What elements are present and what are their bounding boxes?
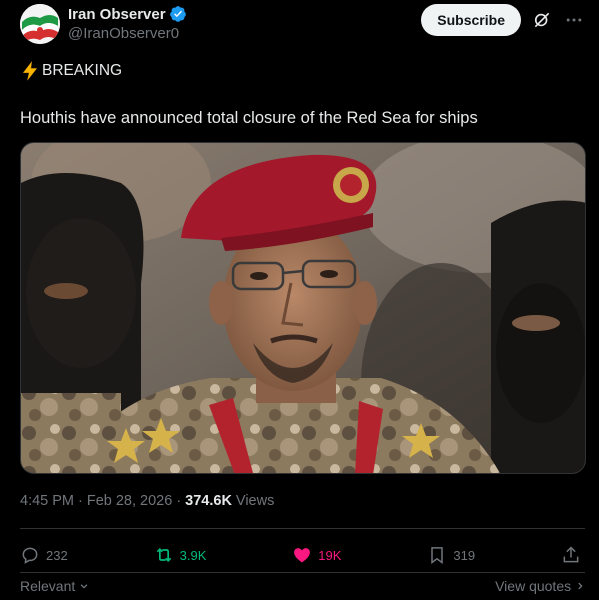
- verified-badge-icon: [169, 6, 186, 22]
- tweet-post: Iran Observer @IranObserver0 Subscribe B…: [0, 0, 599, 600]
- tweet-text: Houthis have announced total closure of …: [20, 109, 478, 127]
- view-quotes-link[interactable]: View quotes: [495, 578, 585, 594]
- subscribe-button[interactable]: Subscribe: [421, 4, 521, 36]
- heart-icon: [294, 548, 311, 563]
- views-count: 374.6K: [185, 493, 232, 509]
- bookmark-count: 319: [453, 547, 476, 563]
- repost-button[interactable]: 3.9K: [154, 545, 207, 565]
- tweet-header: Iran Observer @IranObserver0 Subscribe: [20, 4, 585, 46]
- breaking-label: BREAKING: [42, 62, 123, 79]
- reply-icon: [22, 547, 38, 564]
- breaking-line: BREAKING: [20, 61, 122, 81]
- author-handle[interactable]: @IranObserver0: [68, 25, 187, 42]
- meta-separator: ·: [78, 493, 83, 509]
- share-button[interactable]: [561, 545, 581, 565]
- chevron-right-icon: [578, 582, 583, 590]
- chevron-down-icon: [80, 584, 88, 589]
- lightning-bolt-icon: [22, 61, 38, 81]
- tweet-meta: 4:45 PM · Feb 28, 2026 · 374.6K Views: [20, 493, 274, 509]
- avatar[interactable]: [20, 4, 60, 44]
- share-icon: [563, 546, 579, 563]
- reply-button[interactable]: 232: [20, 545, 68, 565]
- reply-count: 232: [46, 547, 68, 563]
- divider: [20, 572, 585, 573]
- more-options-icon[interactable]: [563, 9, 585, 31]
- replies-footer: Relevant View quotes: [20, 578, 585, 594]
- bookmark-icon: [431, 547, 444, 564]
- relevant-label: Relevant: [20, 578, 76, 594]
- meta-separator: ·: [176, 493, 182, 509]
- header-actions: Subscribe: [421, 4, 585, 36]
- repost-icon: [156, 547, 171, 563]
- like-button[interactable]: 19K: [292, 545, 341, 565]
- action-bar: 232 3.9K 19K 319: [20, 540, 581, 570]
- repost-count: 3.9K: [179, 547, 207, 563]
- grok-icon[interactable]: [531, 9, 553, 31]
- display-name[interactable]: Iran Observer: [68, 6, 166, 23]
- tweet-time[interactable]: 4:45 PM: [20, 493, 74, 509]
- relevant-sort-toggle[interactable]: Relevant: [20, 578, 89, 594]
- tweet-date[interactable]: Feb 28, 2026: [87, 493, 172, 509]
- author-names: Iran Observer @IranObserver0: [68, 4, 187, 42]
- tweet-photo[interactable]: [20, 142, 586, 474]
- view-quotes-label: View quotes: [495, 578, 572, 594]
- views-label: Views: [235, 493, 275, 509]
- like-count: 19K: [318, 547, 342, 563]
- bookmark-button[interactable]: 319: [427, 545, 475, 565]
- divider: [20, 528, 585, 529]
